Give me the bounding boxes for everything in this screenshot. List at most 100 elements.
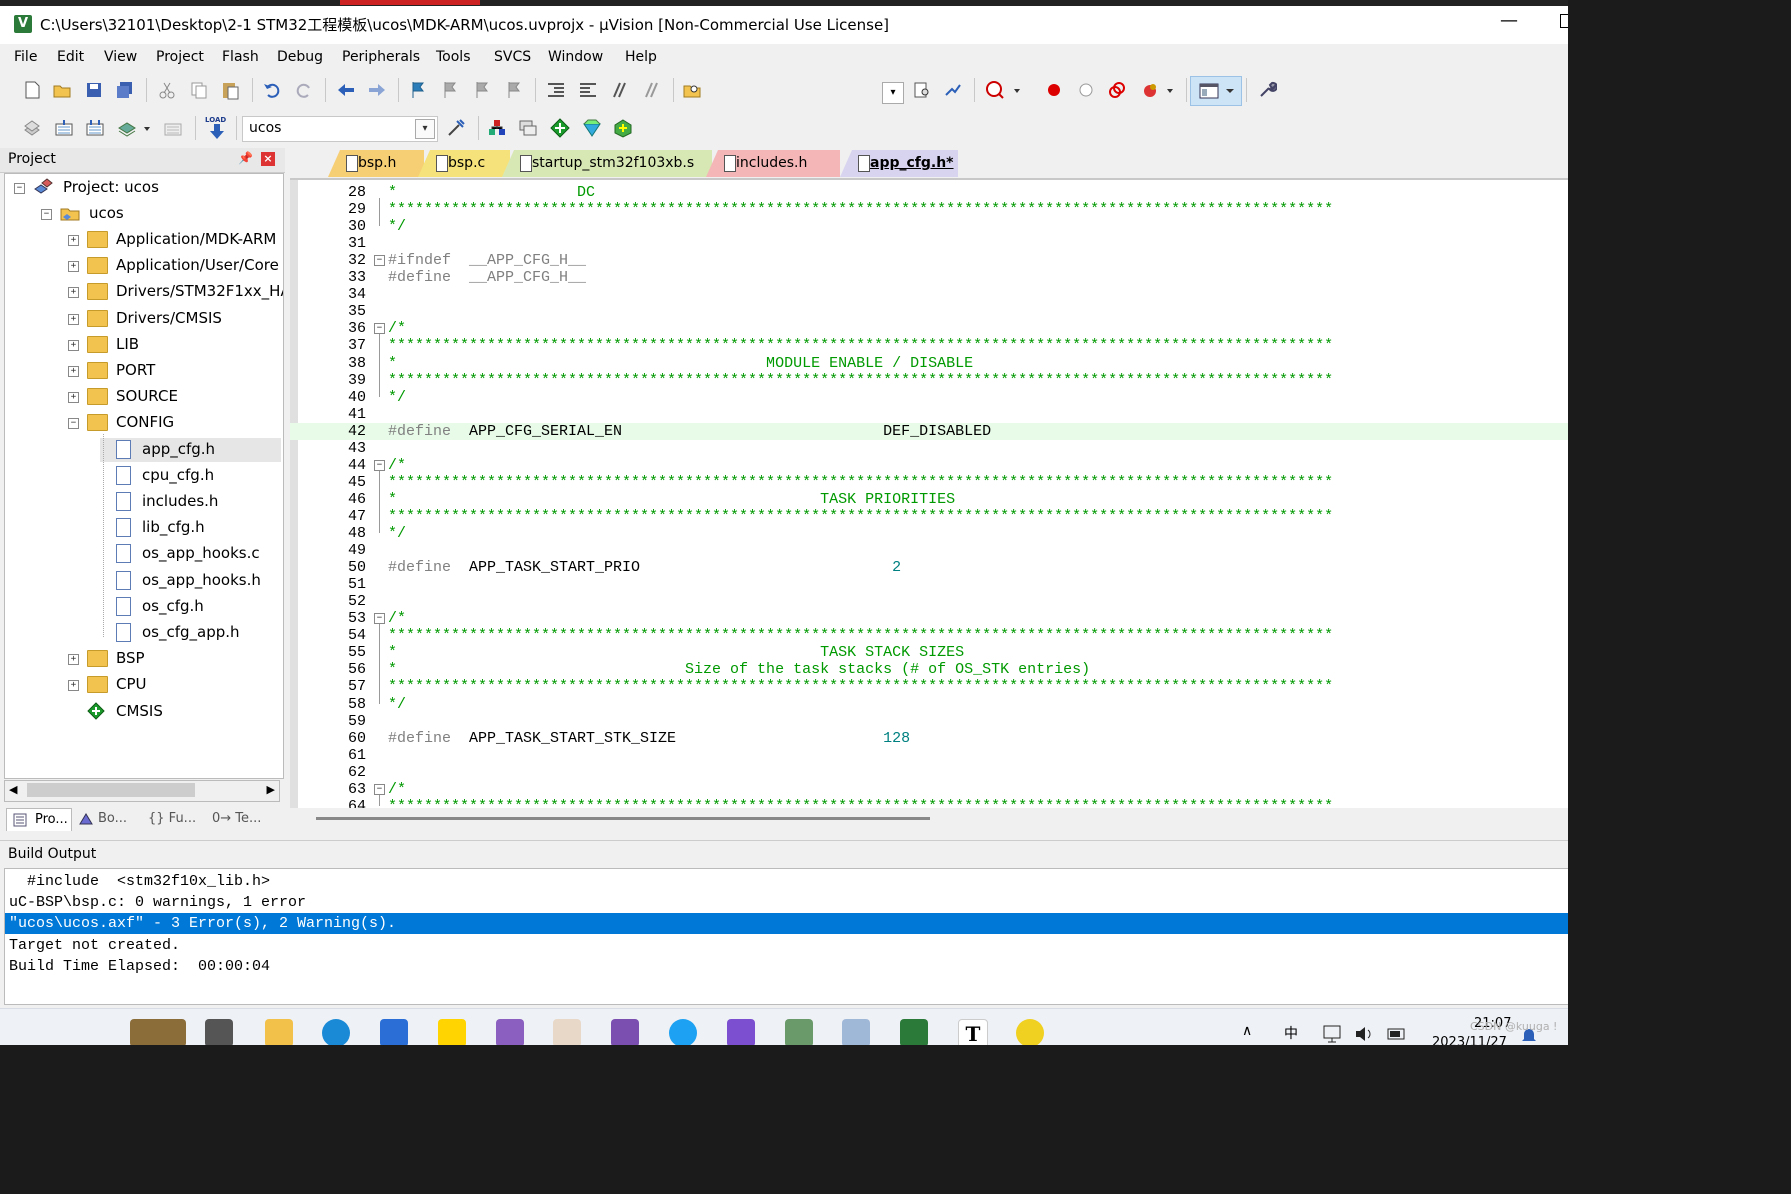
- expand-toggle[interactable]: +: [68, 654, 79, 666]
- editor-scroll-thumb[interactable]: [316, 817, 930, 820]
- code-line[interactable]: 36−/*: [290, 320, 1568, 337]
- find-in-files-icon[interactable]: [682, 80, 702, 100]
- build-output-pane[interactable]: #include <stm32f10x_lib.h> uC-BSP\bsp.c: …: [4, 868, 1568, 1005]
- code-line[interactable]: 48 */: [290, 525, 1568, 542]
- tab-templates[interactable]: 0→ Te...: [210, 808, 276, 830]
- tree-file[interactable]: os_cfg_app.h: [100, 621, 281, 645]
- tree-file[interactable]: os_app_hooks.c: [100, 542, 281, 566]
- battery-icon[interactable]: [1386, 1024, 1408, 1044]
- game-launcher-icon[interactable]: [553, 1019, 581, 1045]
- tree-group[interactable]: + Application/MDK-ARM: [5, 228, 281, 252]
- scroll-left-arrow-icon[interactable]: ◀: [9, 783, 17, 796]
- select-packs-icon[interactable]: [518, 118, 538, 138]
- code-editor[interactable]: 28 * DC 29 ********************************…: [290, 178, 1568, 810]
- cube-mx-icon[interactable]: [785, 1019, 813, 1045]
- minimize-button[interactable]: —: [1500, 10, 1518, 31]
- menu-debug[interactable]: Debug: [277, 49, 323, 65]
- incremental-find-icon[interactable]: [943, 80, 963, 100]
- code-line[interactable]: 29 **************************************…: [290, 201, 1568, 218]
- menu-tools[interactable]: Tools: [436, 49, 471, 65]
- tree-group[interactable]: + Drivers/CMSIS: [5, 307, 281, 331]
- character-app-icon[interactable]: [611, 1019, 639, 1045]
- redo-icon[interactable]: [294, 80, 314, 100]
- edge-dev-icon[interactable]: [669, 1019, 697, 1045]
- menu-file[interactable]: File: [14, 49, 37, 65]
- expand-toggle[interactable]: +: [68, 261, 79, 273]
- code-line[interactable]: 55 * TASK STACK SIZES: [290, 644, 1568, 661]
- tree-group[interactable]: − CONFIG: [5, 411, 281, 435]
- menu-project[interactable]: Project: [156, 49, 204, 65]
- indent-icon[interactable]: [546, 80, 566, 100]
- tab-functions[interactable]: {} Fu...: [146, 808, 204, 830]
- save-icon[interactable]: [84, 80, 104, 100]
- clock-date[interactable]: 2023/11/27: [1432, 1035, 1507, 1045]
- unindent-icon[interactable]: [578, 80, 598, 100]
- code-line[interactable]: 50 #define APP_TASK_START_PRIO 2: [290, 559, 1568, 576]
- editor-tab[interactable]: startup_stm32f103xb.s: [502, 150, 712, 177]
- code-line[interactable]: 60 #define APP_TASK_START_STK_SIZE 128: [290, 730, 1568, 747]
- target-select[interactable]: ucos ▾: [242, 116, 438, 142]
- tree-file[interactable]: app_cfg.h: [100, 437, 281, 462]
- scroll-thumb[interactable]: [27, 783, 195, 797]
- music-app-icon[interactable]: [1016, 1019, 1044, 1045]
- debug-dropdown-icon[interactable]: [1012, 80, 1022, 100]
- menu-peripherals[interactable]: Peripherals: [342, 49, 420, 65]
- ime-indicator[interactable]: 中: [1284, 1023, 1298, 1043]
- expand-toggle[interactable]: +: [68, 313, 79, 325]
- code-line[interactable]: 34: [290, 286, 1568, 303]
- disable-breakpoints-icon[interactable]: [1107, 80, 1127, 100]
- editor-tab[interactable]: app_cfg.h*: [840, 150, 958, 177]
- tree-group[interactable]: + PORT: [5, 359, 281, 383]
- build-output-line[interactable]: Build Time Elapsed: 00:00:04: [9, 956, 1568, 977]
- menu-svcs[interactable]: SVCS: [494, 49, 531, 65]
- code-line[interactable]: 33 #define __APP_CFG_H__: [290, 269, 1568, 286]
- breakpoints-dropdown-icon[interactable]: [1165, 80, 1175, 100]
- code-line[interactable]: 46 * TASK PRIORITIES: [290, 491, 1568, 508]
- batch-build-icon[interactable]: [117, 118, 137, 138]
- build-icon[interactable]: [54, 118, 74, 138]
- expand-toggle[interactable]: +: [68, 392, 79, 404]
- tree-group[interactable]: + BSP: [5, 647, 281, 671]
- tree-group[interactable]: + LIB: [5, 333, 281, 357]
- menu-window[interactable]: Window: [548, 49, 603, 65]
- tree-group[interactable]: + SOURCE: [5, 385, 281, 409]
- tree-group[interactable]: + CPU: [5, 673, 281, 697]
- code-line[interactable]: 62: [290, 764, 1568, 781]
- fold-toggle[interactable]: −: [374, 255, 385, 267]
- navigate-forward-icon[interactable]: [367, 80, 387, 100]
- target-options-icon[interactable]: [446, 118, 466, 138]
- build-output-line[interactable]: #include <stm32f10x_lib.h>: [9, 871, 1568, 892]
- window-layout-button[interactable]: [1190, 76, 1242, 106]
- manage-project-items-icon[interactable]: [487, 118, 507, 138]
- code-line[interactable]: 57 **************************************…: [290, 678, 1568, 695]
- fold-toggle[interactable]: −: [374, 783, 385, 795]
- uncomment-icon[interactable]: [642, 80, 662, 100]
- code-line[interactable]: 37 **************************************…: [290, 337, 1568, 354]
- cut-icon[interactable]: [157, 80, 177, 100]
- code-line[interactable]: 59: [290, 713, 1568, 730]
- code-line[interactable]: 40 */: [290, 389, 1568, 406]
- comment-icon[interactable]: [610, 80, 630, 100]
- navigate-back-icon[interactable]: [336, 80, 356, 100]
- paste-icon[interactable]: [220, 80, 240, 100]
- expand-toggle[interactable]: +: [68, 680, 79, 692]
- collapse-toggle[interactable]: −: [41, 209, 52, 220]
- pack-update-icon[interactable]: [613, 118, 633, 138]
- tree-file[interactable]: lib_cfg.h: [100, 516, 281, 540]
- edge-browser-icon[interactable]: [322, 1019, 350, 1045]
- debug-session-icon[interactable]: [985, 80, 1005, 100]
- code-line[interactable]: 32− #ifndef __APP_CFG_H__: [290, 252, 1568, 269]
- tree-target[interactable]: − ucos: [5, 202, 281, 226]
- collapse-toggle[interactable]: −: [14, 183, 25, 194]
- editor-hscroll[interactable]: [290, 808, 1568, 830]
- find-icon[interactable]: [912, 80, 932, 100]
- code-line[interactable]: 52: [290, 593, 1568, 610]
- configure-icon[interactable]: [1257, 80, 1277, 100]
- target-select-arrow[interactable]: ▾: [415, 119, 435, 139]
- enable-breakpoint-icon[interactable]: [1076, 80, 1096, 100]
- code-line[interactable]: 38 * MODULE ENABLE / DISABLE: [290, 355, 1568, 372]
- batch-build-dropdown-icon[interactable]: [142, 118, 152, 138]
- new-file-icon[interactable]: [22, 80, 42, 100]
- tree-group[interactable]: CMSIS: [5, 700, 281, 724]
- expand-toggle[interactable]: +: [68, 287, 79, 299]
